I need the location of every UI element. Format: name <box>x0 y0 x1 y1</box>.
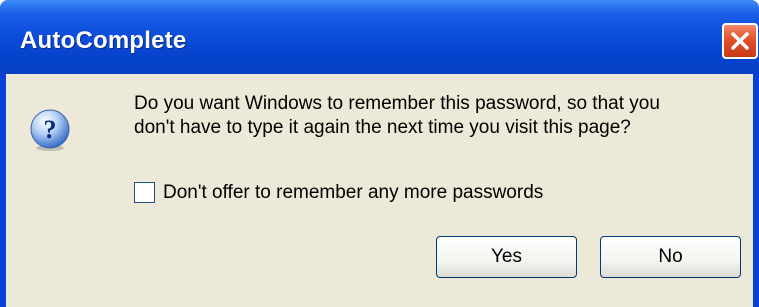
autocomplete-dialog: AutoComplete ? Do you want Windows to re… <box>0 0 759 307</box>
yes-button[interactable]: Yes <box>436 236 577 278</box>
close-icon <box>731 32 749 50</box>
question-icon: ? <box>30 109 70 151</box>
dont-offer-checkbox[interactable] <box>134 182 155 203</box>
no-button[interactable]: No <box>600 236 741 278</box>
title-bar[interactable]: AutoComplete <box>0 0 759 74</box>
dialog-title: AutoComplete <box>20 27 187 54</box>
message-line-2: don't have to type it again the next tim… <box>134 117 631 138</box>
close-button[interactable] <box>722 23 758 59</box>
dont-offer-checkbox-label[interactable]: Don't offer to remember any more passwor… <box>163 181 543 205</box>
svg-text:?: ? <box>44 115 57 144</box>
message-line-1: Do you want Windows to remember this pas… <box>134 93 660 114</box>
dialog-message: Do you want Windows to remember this pas… <box>134 92 734 140</box>
